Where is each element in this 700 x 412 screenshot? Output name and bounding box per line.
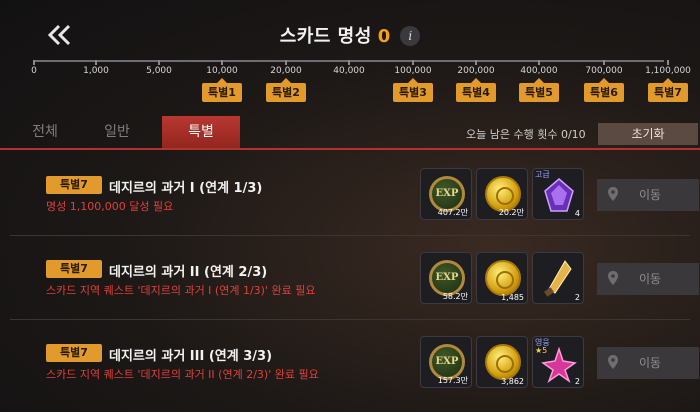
move-button[interactable]: 이동	[597, 263, 699, 295]
special-tier-marker[interactable]: 특별7	[648, 78, 688, 102]
header: 스카드 명성 0 i	[0, 0, 700, 60]
reward-quantity: 20.2만	[498, 208, 524, 217]
scale-label: 5,000	[146, 66, 172, 76]
special-tier-marker[interactable]: 특별5	[519, 78, 559, 102]
row-divider	[10, 235, 690, 236]
daily-remaining-value: 0/10	[560, 128, 586, 141]
scale-tick	[412, 60, 414, 65]
tab-normal[interactable]: 일반	[72, 116, 162, 148]
quest-tier-badge: 특별7	[46, 176, 102, 194]
quest-tier-badge: 특별7	[46, 260, 102, 278]
quest-requirement: 스카드 지역 퀘스트 '데지르의 과거 I (연계 1/3)' 완료 필요	[46, 284, 316, 297]
scale-tick	[158, 60, 160, 65]
reward-item[interactable]: EXP 407.2만	[420, 168, 472, 220]
reward-item[interactable]: 20.2만	[476, 168, 528, 220]
reset-button[interactable]: 초기화	[598, 123, 698, 145]
purple-crystal-icon	[544, 178, 574, 212]
move-label: 이동	[639, 272, 662, 286]
scale-label: 1,000	[83, 66, 109, 76]
scale-tick	[285, 60, 287, 65]
tab-special[interactable]: 특별	[162, 116, 240, 148]
scale-label: 1,100,000	[645, 66, 691, 76]
location-pin-icon	[608, 355, 618, 369]
reward-item[interactable]: 1,485	[476, 252, 528, 304]
scale-tick	[33, 60, 35, 65]
quest-tier-badge: 특별7	[46, 344, 102, 362]
quest-title: 데지르의 과거 II (연계 2/3)	[109, 265, 268, 280]
tab-bar: 전체 일반 특별	[0, 116, 700, 150]
quest-title: 데지르의 과거 I (연계 1/3)	[109, 181, 263, 196]
reward-grade: 고급	[535, 170, 550, 179]
scale-tick	[603, 60, 605, 65]
reward-quantity: 2	[574, 293, 580, 302]
daily-remaining-label: 오늘 남은 수행 횟수	[466, 128, 558, 141]
gold-coin-icon	[485, 344, 521, 380]
scale-label: 40,000	[333, 66, 365, 76]
scale-tick	[538, 60, 540, 65]
scale-label: 20,000	[270, 66, 302, 76]
scale-tick	[475, 60, 477, 65]
quest-row: 특별7 데지르의 과거 II (연계 2/3) 스카드 지역 퀘스트 '데지르의 과…	[0, 237, 700, 321]
page-title: 스카드 명성	[279, 26, 372, 47]
scale-label: 200,000	[457, 66, 495, 76]
scale-label: 400,000	[520, 66, 558, 76]
quest-title: 데지르의 과거 III (연계 3/3)	[109, 349, 273, 364]
scale-label: 0	[31, 66, 37, 76]
scale-tick	[667, 60, 669, 65]
special-tier-marker[interactable]: 특별1	[202, 78, 242, 102]
special-tier-marker[interactable]: 특별4	[456, 78, 496, 102]
row-divider	[10, 319, 690, 320]
reward-quantity: 3,862	[501, 377, 524, 386]
reward-item[interactable]: 고급 4	[532, 168, 584, 220]
scale-label: 700,000	[585, 66, 623, 76]
scale-label: 100,000	[394, 66, 432, 76]
special-tier-marker[interactable]: 특별3	[393, 78, 433, 102]
location-pin-icon	[608, 187, 618, 201]
quest-requirement: 명성 1,100,000 달성 필요	[46, 200, 174, 213]
daily-remaining: 오늘 남은 수행 횟수 0/10	[466, 126, 586, 142]
location-pin-icon	[608, 271, 618, 285]
reward-quantity: 4	[574, 209, 580, 218]
special-tier-marker[interactable]: 특별2	[266, 78, 306, 102]
move-label: 이동	[639, 356, 662, 370]
move-button[interactable]: 이동	[597, 347, 699, 379]
scale-label: 10,000	[206, 66, 238, 76]
fame-value: 0	[377, 26, 391, 47]
quest-row: 특별7 데지르의 과거 III (연계 3/3) 스카드 지역 퀘스트 '데지르의 …	[0, 321, 700, 405]
reward-stars: ★5	[535, 346, 548, 355]
scale-tick	[221, 60, 223, 65]
title-bar: 스카드 명성 0 i	[0, 22, 700, 48]
quest-requirement: 스카드 지역 퀘스트 '데지르의 과거 II (연계 2/3)' 완료 필요	[46, 368, 319, 381]
reward-item[interactable]: 3,862	[476, 336, 528, 388]
reward-quantity: 2	[574, 377, 580, 386]
gold-coin-icon	[485, 260, 521, 296]
reward-item[interactable]: 2	[532, 252, 584, 304]
quest-row: 특별7 데지르의 과거 I (연계 1/3) 명성 1,100,000 달성 필요 E…	[0, 153, 700, 237]
reward-quantity: 407.2만	[437, 208, 468, 217]
special-tier-marker[interactable]: 특별6	[584, 78, 624, 102]
reward-item[interactable]: EXP 58.2만	[420, 252, 472, 304]
info-icon[interactable]: i	[400, 25, 421, 46]
reward-quantity: 157.3만	[437, 376, 468, 385]
scale-tick	[95, 60, 97, 65]
move-button[interactable]: 이동	[597, 179, 699, 211]
reward-quantity: 58.2만	[442, 292, 468, 301]
scale-tick	[348, 60, 350, 65]
reward-item[interactable]: 영웅 ★5 2	[532, 336, 584, 388]
spearhead-icon	[544, 260, 572, 297]
reward-quantity: 1,485	[501, 293, 524, 302]
move-label: 이동	[639, 188, 662, 202]
reward-item[interactable]: EXP 157.3만	[420, 336, 472, 388]
